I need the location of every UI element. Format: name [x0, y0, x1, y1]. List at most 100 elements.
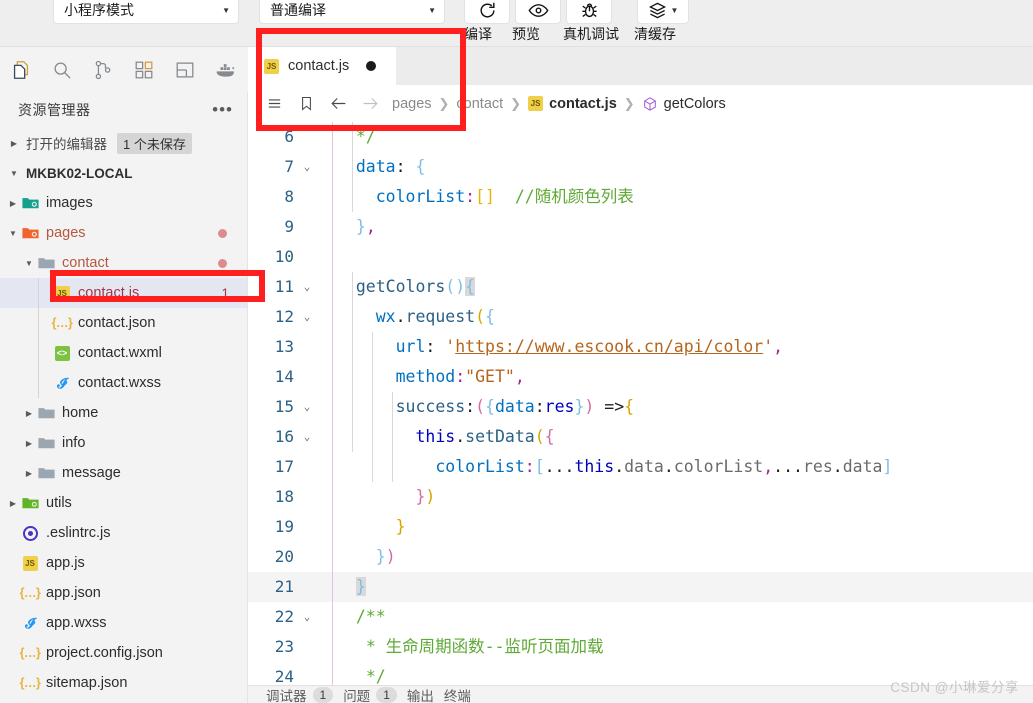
code-line-7[interactable]: 7 ⌄ data: {	[248, 152, 1033, 182]
panel-tab-debugger[interactable]: 调试器 1	[266, 686, 334, 703]
code-line-16[interactable]: 16 ⌄ this.setData({	[248, 422, 1033, 452]
arrow-right-icon[interactable]	[354, 94, 386, 113]
indent-guide	[332, 122, 333, 703]
folder-glyph	[21, 228, 39, 239]
tree-item-sitemap-json[interactable]: {…} sitemap.json	[0, 668, 247, 698]
code-line-12[interactable]: 12 ⌄ wx.request({	[248, 302, 1033, 332]
tree-item-label: contact.json	[78, 315, 156, 331]
fold-chevron-icon[interactable]: ⌄	[300, 302, 314, 332]
code-line-8[interactable]: 8 colorList:[] //随机颜色列表	[248, 182, 1033, 212]
more-actions-icon[interactable]: •••	[212, 101, 233, 118]
code-line-19[interactable]: 19 }	[248, 512, 1033, 542]
clear-cache-button[interactable]: ▼	[637, 0, 689, 24]
files-icon[interactable]	[0, 47, 41, 92]
breadcrumb-item-contact-js[interactable]: JS contact.js	[522, 96, 623, 112]
tree-item--eslintrc-js[interactable]: .eslintrc.js	[0, 518, 247, 548]
workspace-root[interactable]: ▼ MKBK02-LOCAL	[0, 158, 247, 188]
breadcrumb-item-contact[interactable]: contact	[450, 96, 509, 112]
folder-images-icon	[20, 196, 40, 210]
mode-select[interactable]: 小程序模式 ▼	[53, 0, 239, 24]
breadcrumb-separator: ❯	[510, 95, 522, 111]
preview-button[interactable]	[515, 0, 561, 24]
panel-tab-count: 1	[376, 686, 397, 703]
code-line-10[interactable]: 10	[248, 242, 1033, 272]
chevron-down-icon[interactable]: ▼	[22, 259, 36, 268]
panel-tab-problems[interactable]: 问题 1	[343, 686, 397, 703]
tree-item-contact[interactable]: ▼ contact	[0, 248, 247, 278]
tree-item-utils[interactable]: ▶ utils	[0, 488, 247, 518]
chevron-right-icon[interactable]: ▶	[22, 409, 36, 418]
fold-chevron-icon[interactable]: ⌄	[300, 602, 314, 632]
search-icon[interactable]	[41, 47, 82, 92]
code-line-text: wx.request({	[375, 307, 495, 326]
tree-item-home[interactable]: ▶ home	[0, 398, 247, 428]
arrow-left-icon[interactable]	[322, 94, 354, 113]
code-line-17[interactable]: 17 colorList:[...this.data.colorList,...…	[248, 452, 1033, 482]
tree-item-info[interactable]: ▶ info	[0, 428, 247, 458]
code-line-18[interactable]: 18 })	[248, 482, 1033, 512]
chevron-right-icon[interactable]: ▶	[6, 199, 20, 208]
line-number: 19	[274, 517, 294, 536]
code-line-14[interactable]: 14 method:"GET",	[248, 362, 1033, 392]
folder-glyph	[37, 258, 55, 269]
refresh-icon	[479, 2, 495, 18]
code-line-21[interactable]: 21 }	[248, 572, 1033, 602]
json-file-icon: {…}	[19, 676, 41, 690]
code-line-13[interactable]: 13 url: 'https://www.escook.cn/api/color…	[248, 332, 1033, 362]
panel-tab-terminal[interactable]: 终端	[444, 686, 471, 703]
split-layout-icon[interactable]	[164, 47, 205, 92]
unsaved-dot-icon[interactable]	[366, 61, 377, 71]
tree-item-message[interactable]: ▶ message	[0, 458, 247, 488]
code-line-20[interactable]: 20 })	[248, 542, 1033, 572]
fold-chevron-icon[interactable]: ⌄	[300, 422, 314, 452]
chevron-right-icon[interactable]: ▶	[22, 469, 36, 478]
folder-glyph	[21, 198, 39, 209]
folder-icon	[36, 466, 56, 480]
fold-chevron-icon[interactable]: ⌄	[300, 272, 314, 302]
code-line-9[interactable]: 9 },	[248, 212, 1033, 242]
fold-chevron-icon[interactable]: ⌄	[300, 152, 314, 182]
json-file-icon: {…}	[19, 586, 41, 600]
line-number: 10	[274, 247, 294, 266]
open-editors-label: 打开的编辑器	[26, 137, 107, 152]
bookmark-icon[interactable]	[290, 95, 322, 112]
chevron-right-icon[interactable]: ▶	[6, 499, 20, 508]
tree-item-pages[interactable]: ▼ pages	[0, 218, 247, 248]
code-line-text: */	[336, 127, 376, 146]
activity-bar	[0, 47, 248, 92]
source-control-icon[interactable]	[82, 47, 123, 92]
chevron-right-icon[interactable]: ▶	[22, 439, 36, 448]
tree-item-project-config-json[interactable]: {…} project.config.json	[0, 638, 247, 668]
tree-item-app-wxss[interactable]: 𝓘app.wxss	[0, 608, 247, 638]
eslint-file-icon	[22, 525, 38, 541]
fold-chevron-icon[interactable]: ⌄	[300, 392, 314, 422]
tree-item-app-json[interactable]: {…} app.json	[0, 578, 247, 608]
chevron-down-icon: ▼	[222, 5, 230, 15]
code-line-23[interactable]: 23 * 生命周期函数--监听页面加载	[248, 632, 1033, 662]
breadcrumb-item-getcolors[interactable]: getColors	[636, 96, 732, 112]
code-line-text: }	[395, 517, 406, 536]
docker-icon[interactable]	[205, 47, 246, 92]
extensions-icon[interactable]	[123, 47, 164, 92]
chevron-down-icon[interactable]: ▼	[6, 229, 20, 238]
code-line-11[interactable]: 11 ⌄ getColors(){	[248, 272, 1033, 302]
tree-item-app-js[interactable]: JS app.js	[0, 548, 247, 578]
code-line-6[interactable]: 6 */	[248, 122, 1033, 152]
hamburger-icon[interactable]	[258, 95, 290, 112]
tree-item-images[interactable]: ▶ images	[0, 188, 247, 218]
compile-button[interactable]	[464, 0, 510, 24]
panel-tab-output[interactable]: 输出	[407, 686, 434, 703]
bug-icon	[581, 3, 597, 17]
tab-contact-js[interactable]: JS contact.js	[248, 47, 396, 85]
real-device-debug-button[interactable]	[566, 0, 612, 24]
folder-glyph	[37, 438, 55, 449]
compile-mode-select[interactable]: 普通编译 ▼	[259, 0, 445, 24]
code-editor[interactable]: 6 */7 ⌄ data: {8 colorList:[] //随机颜色列表 9 }…	[248, 122, 1033, 703]
wxss-file-icon: 𝓘	[52, 375, 72, 392]
code-line-15[interactable]: 15 ⌄ success:({data:res}) =>{	[248, 392, 1033, 422]
open-editors-section[interactable]: ▶ 打开的编辑器 1 个未保存	[0, 128, 247, 158]
code-line-22[interactable]: 22 ⌄ /**	[248, 602, 1033, 632]
code-line-text: getColors(){	[355, 277, 476, 296]
breadcrumb-item-pages[interactable]: pages	[386, 96, 438, 112]
code-line-text: colorList:[...this.data.colorList,...res…	[435, 457, 893, 476]
